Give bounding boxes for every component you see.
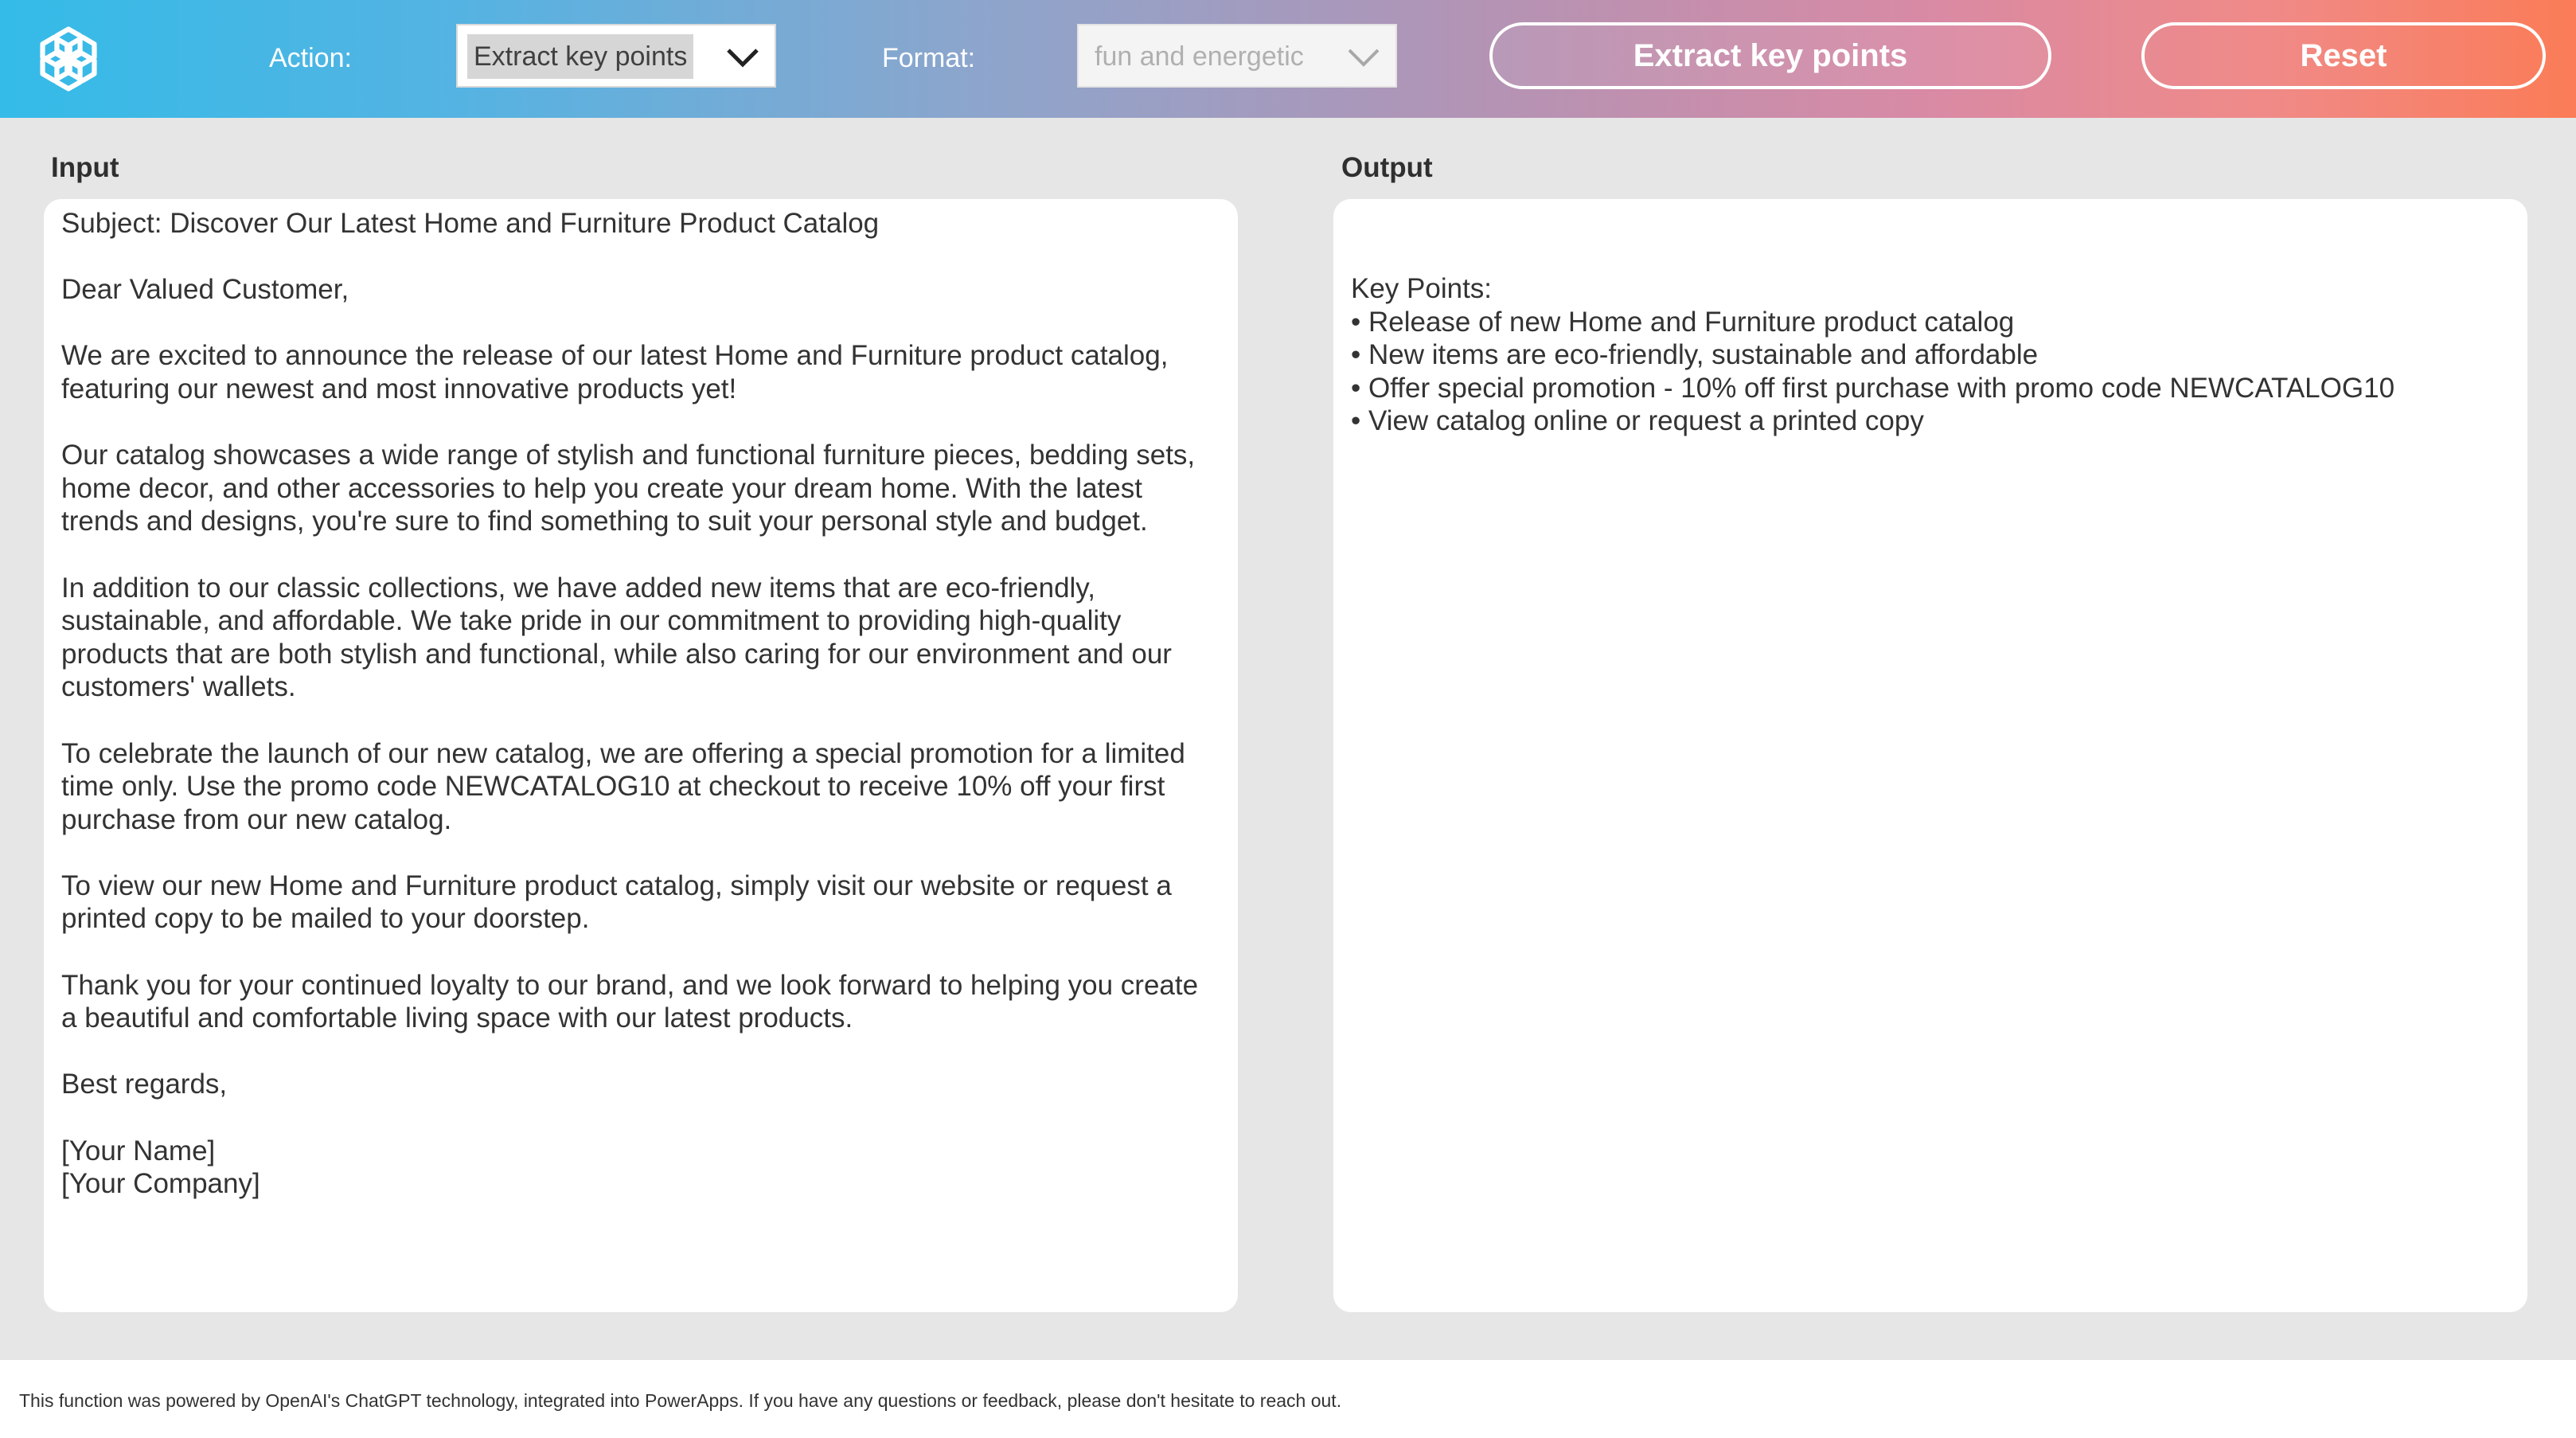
format-label: Format: bbox=[882, 43, 976, 73]
chevron-down-icon bbox=[724, 40, 762, 75]
extract-key-points-button[interactable]: Extract key points bbox=[1489, 22, 2051, 89]
footer: This function was powered by OpenAI's Ch… bbox=[0, 1360, 2576, 1438]
input-paragraph: Subject: Discover Our Latest Home and Fu… bbox=[61, 208, 880, 239]
input-label: Input bbox=[51, 152, 119, 183]
format-dropdown[interactable]: fun and energetic bbox=[1077, 24, 1397, 88]
action-label: Action: bbox=[269, 43, 352, 73]
openai-logo-icon bbox=[24, 14, 113, 104]
input-textarea[interactable]: Subject: Discover Our Latest Home and Fu… bbox=[44, 199, 1238, 1312]
signature-company: [Your Company] bbox=[61, 1168, 260, 1200]
header-bar: Action: Extract key points Format: fun a… bbox=[0, 0, 2576, 118]
app-window: Action: Extract key points Format: fun a… bbox=[0, 0, 2576, 1438]
input-paragraph: Dear Valued Customer, bbox=[61, 274, 349, 306]
input-paragraph: Best regards, bbox=[61, 1069, 228, 1100]
input-paragraph: We are excited to announce the release o… bbox=[61, 340, 1177, 404]
output-heading: Key Points: bbox=[1351, 273, 1493, 304]
chevron-down-icon bbox=[1345, 40, 1383, 75]
input-paragraph: Thank you for your continued loyalty to … bbox=[61, 969, 1206, 1034]
main-content: Input Output Subject: Discover Our Lates… bbox=[0, 118, 2576, 1360]
output-textarea[interactable]: Key Points: • Release of new Home and Fu… bbox=[1333, 199, 2527, 1312]
signature-name: [Your Name] bbox=[61, 1135, 216, 1166]
footer-text: This function was powered by OpenAI's Ch… bbox=[19, 1390, 1342, 1411]
input-paragraph: In addition to our classic collections, … bbox=[61, 572, 1180, 703]
input-paragraph: To celebrate the launch of our new catal… bbox=[61, 737, 1193, 835]
output-bullet: • Release of new Home and Furniture prod… bbox=[1351, 306, 2015, 338]
action-dropdown[interactable]: Extract key points bbox=[456, 24, 776, 88]
output-label: Output bbox=[1341, 152, 1433, 183]
output-bullet: • New items are eco-friendly, sustainabl… bbox=[1351, 339, 2039, 371]
signature-block: [Your Name] [Your Company] bbox=[61, 1135, 1220, 1201]
input-paragraph: To view our new Home and Furniture produ… bbox=[61, 869, 1180, 935]
reset-button[interactable]: Reset bbox=[2141, 22, 2546, 89]
action-dropdown-value: Extract key points bbox=[467, 34, 694, 79]
format-dropdown-value: fun and energetic bbox=[1095, 41, 1304, 72]
output-bullet: • View catalog online or request a print… bbox=[1351, 405, 1924, 437]
output-bullet: • Offer special promotion - 10% off firs… bbox=[1351, 372, 2395, 404]
input-paragraph: Our catalog showcases a wide range of st… bbox=[61, 440, 1203, 537]
